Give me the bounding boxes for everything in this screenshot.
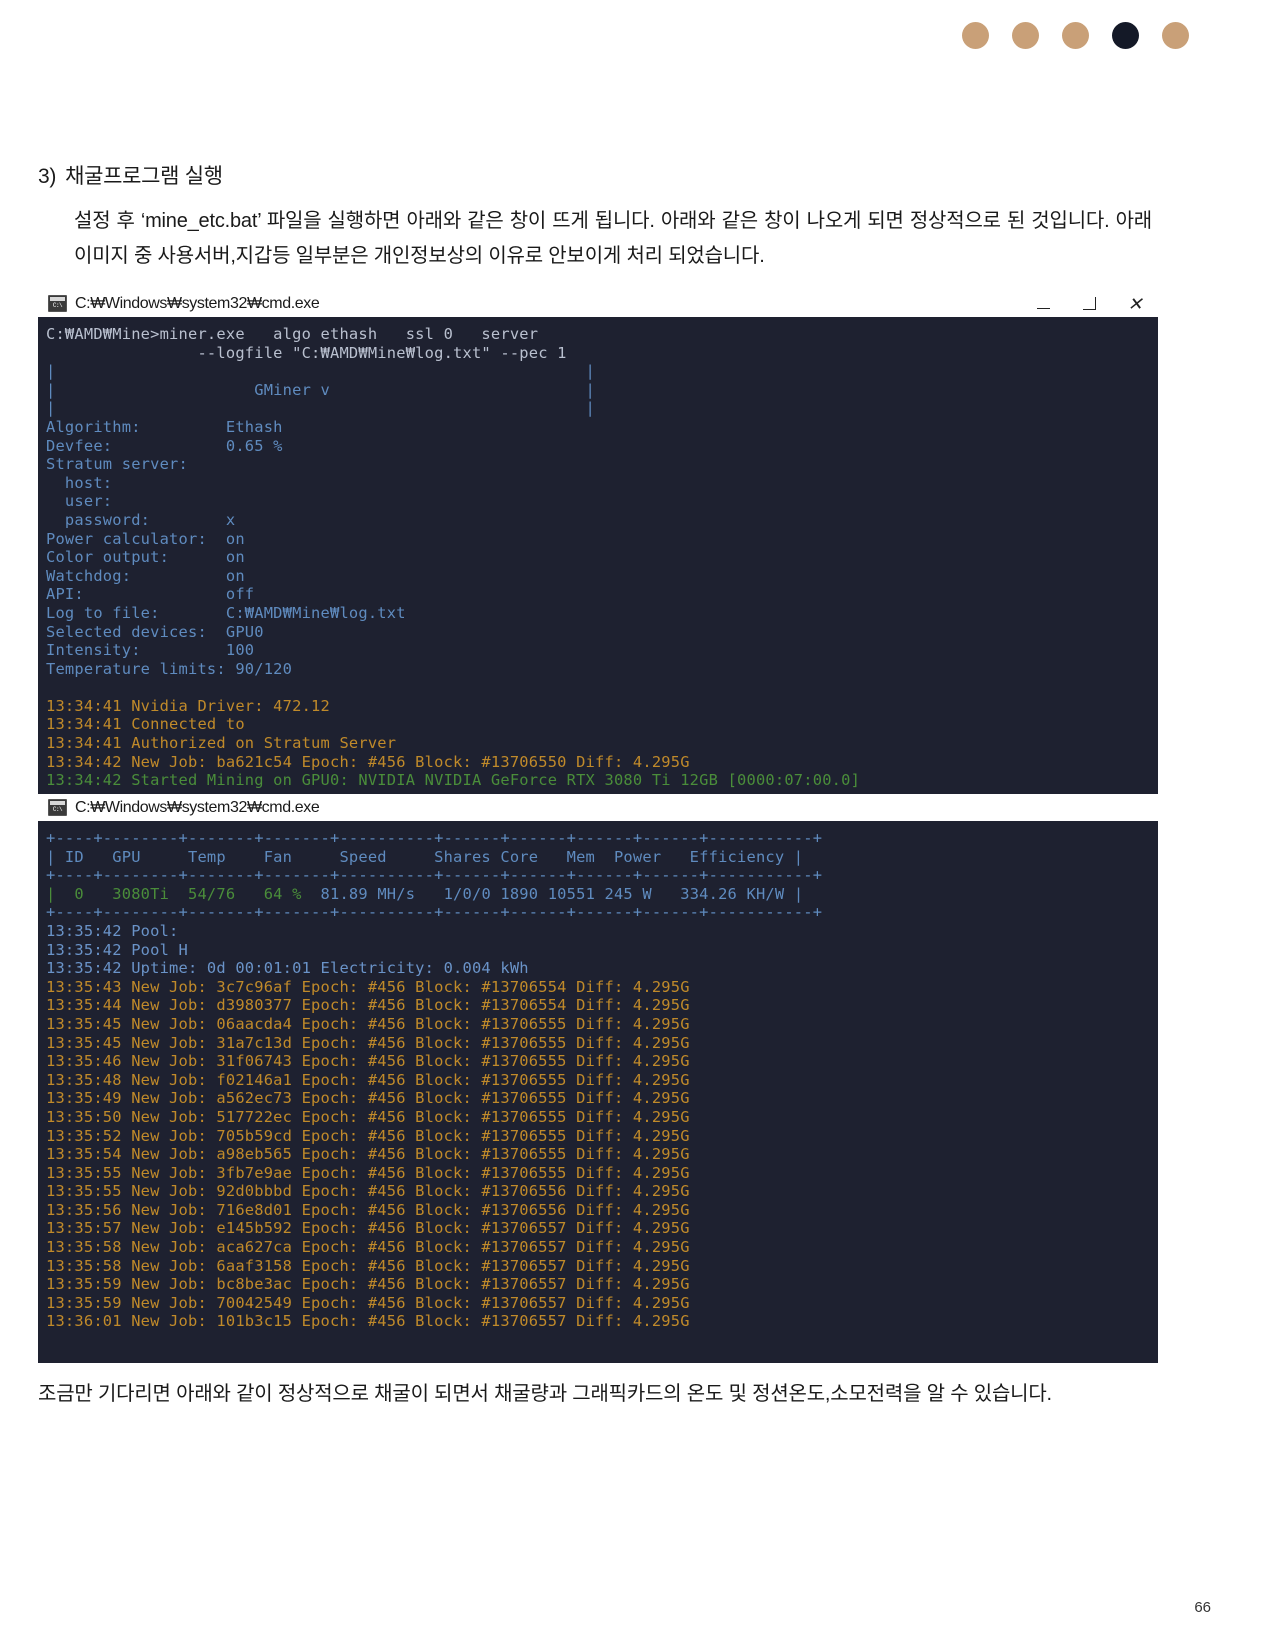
console-line: Color output: on [46,548,245,567]
console-line: 13:35:50 New Job: 517722ec Epoch: #456 B… [46,1107,690,1126]
window2-title: C:₩Windows₩system32₩cmd.exe [75,798,320,816]
console-line: 13:35:42 Pool H [46,940,188,959]
console-line: 13:35:42 Pool: [46,921,179,940]
console-line: API: off [46,585,255,604]
console-line: +----+--------+-------+-------+---------… [46,829,823,847]
section-paragraph: 설정 후 ‘mine_etc.bat’ 파일을 실행하면 아래와 같은 창이 뜨… [74,210,1152,267]
console-line: 13:34:41 Nvidia Driver: 472.12 [46,696,330,715]
console-line: 13:35:59 New Job: 70042549 Epoch: #456 B… [46,1293,690,1312]
console-line: +----+--------+-------+-------+---------… [46,903,823,922]
minimize-button[interactable] [1020,290,1066,317]
cmd-icon: C:\ [48,295,67,312]
console-line: Algorithm: Ethash [46,417,283,436]
console-line: 13:35:42 Uptime: 0d 00:01:01 Electricity… [46,959,529,978]
console-line: user: [46,492,113,511]
section-heading-text: 채굴프로그램 실행 [65,165,223,188]
console-line: host: [46,473,113,492]
gpu-stats-row: | 0 3080Ti 54/76 64 % 81.89 MH/s 1/0/0 1… [46,885,1158,904]
console-line: 13:35:56 New Job: 716e8d01 Epoch: #456 B… [46,1200,690,1219]
console-line: --logfile "C:₩AMD₩Mine₩log.txt" --pec 1 [46,343,567,362]
console-line: 13:35:43 New Job: 3c7c96af Epoch: #456 B… [46,977,690,996]
console-line: +----+--------+-------+-------+---------… [46,866,823,885]
console-line: 13:35:49 New Job: a562ec73 Epoch: #456 B… [46,1089,690,1108]
console-line: | ID GPU Temp Fan Speed Shares Core Mem … [46,847,804,866]
page-number: 66 [1194,1599,1211,1616]
console-line: 13:35:58 New Job: 6aaf3158 Epoch: #456 B… [46,1256,690,1275]
console-line: 13:35:44 New Job: d3980377 Epoch: #456 B… [46,996,690,1015]
console-line: Watchdog: on [46,566,245,585]
decor-dot-4 [1112,22,1139,49]
decor-dot-1 [962,22,989,49]
console-line: | GMiner v | [46,380,596,399]
console-line: 13:35:57 New Job: e145b592 Epoch: #456 B… [46,1219,690,1238]
console-line: 13:35:46 New Job: 31f06743 Epoch: #456 B… [46,1052,690,1071]
console-line: 13:35:54 New Job: a98eb565 Epoch: #456 B… [46,1145,690,1164]
console-line: password: x [46,510,236,529]
console-line: 13:36:01 New Job: 101b3c15 Epoch: #456 B… [46,1312,690,1331]
maximize-button[interactable] [1066,290,1112,317]
console-line: 13:34:42 New Job: ba621c54 Epoch: #456 B… [46,752,690,771]
document-content: 3) 채굴프로그램 실행 설정 후 ‘mine_etc.bat’ 파일을 실행하면… [38,160,1158,1412]
window1-controls: ✕ [1020,290,1158,317]
console-line: 13:34:42 Started Mining on GPU0: NVIDIA … [46,771,861,790]
console-line: 13:35:55 New Job: 3fb7e9ae Epoch: #456 B… [46,1163,690,1182]
decorative-dot-row [962,22,1189,49]
console-line: 13:35:48 New Job: f02146a1 Epoch: #456 B… [46,1070,690,1089]
window1-title: C:₩Windows₩system32₩cmd.exe [75,294,320,312]
cmd-icon: C:\ [48,799,67,816]
cmd-window-1: C:\ C:₩Windows₩system32₩cmd.exe ✕ C:₩AMD… [38,290,1158,794]
close-button[interactable]: ✕ [1112,290,1158,317]
console-line: Devfee: 0.65 % [46,436,283,455]
console-output-1[interactable]: C:₩AMD₩Mine>miner.exe algo ethash ssl 0 … [38,317,1158,794]
gpu-stats-blue: 81.89 MH/s 1/0/0 1890 10551 245 W 334.26… [301,884,804,903]
window1-titlebar[interactable]: C:\ C:₩Windows₩system32₩cmd.exe ✕ [38,290,1158,317]
console-line: Temperature limits: 90/120 [46,659,293,678]
cmd-window-2: C:\ C:₩Windows₩system32₩cmd.exe +----+--… [38,794,1158,1363]
window2-titlebar[interactable]: C:\ C:₩Windows₩system32₩cmd.exe [38,794,1158,821]
console-line: 13:34:41 Connected to [46,715,245,734]
console-line: Selected devices: GPU0 [46,622,264,641]
console-line: Stratum server: [46,455,188,474]
console-line: 13:35:45 New Job: 06aacda4 Epoch: #456 B… [46,1014,690,1033]
console-line: | | [46,399,596,418]
console-line: 13:34:41 Authorized on Stratum Server [46,734,397,753]
console-output-2[interactable]: +----+--------+-------+-------+---------… [38,821,1158,1363]
console-line: 13:35:59 New Job: bc8be3ac Epoch: #456 B… [46,1275,690,1294]
decor-dot-2 [1012,22,1039,49]
console-line: Power calculator: on [46,529,245,548]
console-line: 13:35:52 New Job: 705b59cd Epoch: #456 B… [46,1126,690,1145]
console-line: 13:35:58 New Job: aca627ca Epoch: #456 B… [46,1238,690,1257]
section-number: 3) [38,165,57,188]
console-line: Intensity: 100 [46,641,255,660]
section-heading: 3) 채굴프로그램 실행 [38,160,1158,190]
decor-dot-3 [1062,22,1089,49]
console-line: C:₩AMD₩Mine>miner.exe algo ethash ssl 0 … [46,325,539,343]
console-line: Log to file: C:₩AMD₩Mine₩log.txt [46,603,406,622]
console-line: 13:35:55 New Job: 92d0bbbd Epoch: #456 B… [46,1182,690,1201]
console-line: | | [46,362,596,381]
console-line: 13:35:45 New Job: 31a7c13d Epoch: #456 B… [46,1033,690,1052]
gpu-stats-green: | 0 3080Ti 54/76 64 % [46,884,302,903]
closing-paragraph: 조금만 기다리면 아래와 같이 정상적으로 채굴이 되면서 채굴량과 그래픽카드… [38,1383,1052,1405]
decor-dot-5 [1162,22,1189,49]
